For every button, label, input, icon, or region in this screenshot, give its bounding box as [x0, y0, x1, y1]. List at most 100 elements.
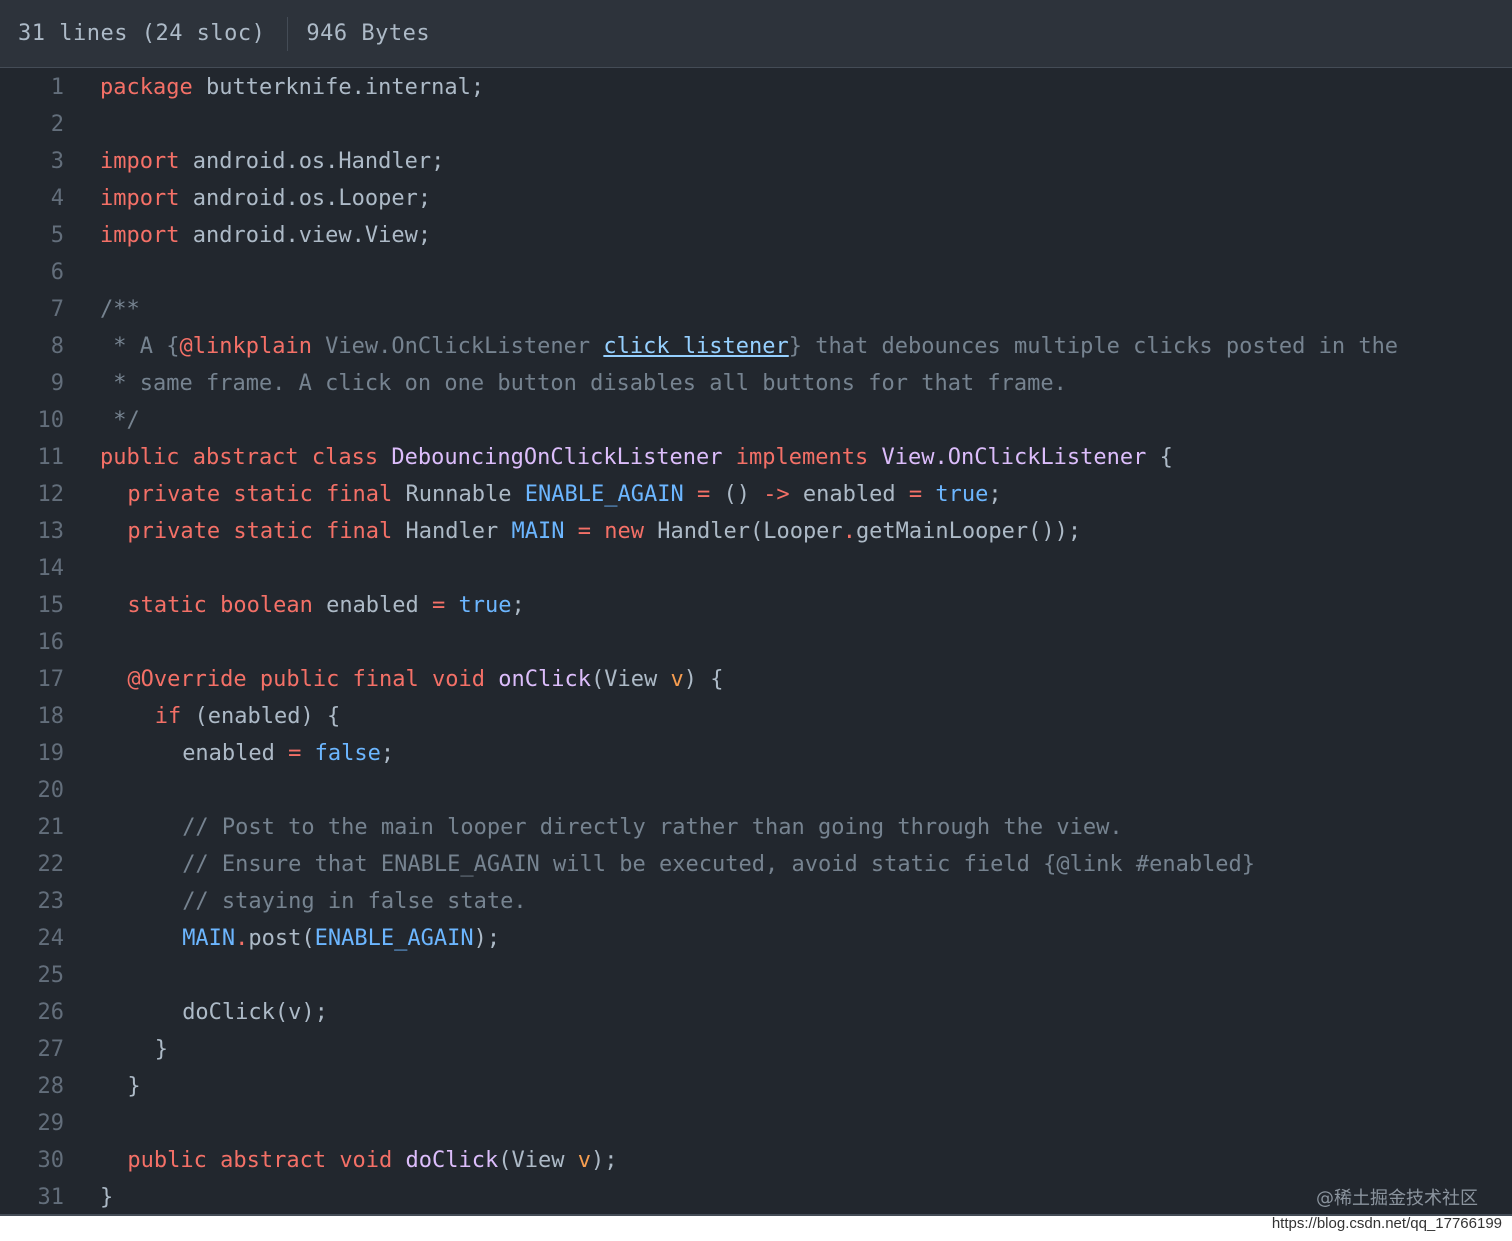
line-number[interactable]: 4 [0, 180, 64, 217]
line-number[interactable]: 7 [0, 291, 64, 328]
line-number[interactable]: 14 [0, 550, 65, 587]
line-source: import android.os.Looper; [100, 180, 431, 217]
code-token: } [100, 1185, 114, 1210]
code-token: Handler(Looper [644, 519, 843, 544]
line-number[interactable]: 25 [0, 957, 65, 994]
line-number[interactable]: 15 [0, 587, 65, 624]
code-token: @linkplain [179, 334, 312, 359]
code-token: . [235, 926, 249, 951]
code-line: 3 import android.os.Handler; [0, 143, 1512, 180]
line-number[interactable]: 23 [0, 883, 65, 920]
line-number[interactable]: 22 [0, 846, 65, 883]
code-token: * same frame. A click on one button disa… [100, 371, 1067, 396]
line-source: } [100, 1179, 113, 1216]
code-token: ; [511, 593, 525, 618]
code-line: 9 * same frame. A click on one button di… [0, 365, 1512, 402]
code-token: new [604, 519, 644, 544]
code-line: 8 * A {@linkplain View.OnClickListener c… [0, 328, 1512, 365]
line-number[interactable]: 18 [0, 698, 65, 735]
code-token: // Post to the main looper directly rath… [182, 815, 1123, 840]
code-token: View.OnClickListener [881, 445, 1147, 470]
code-line: 19 enabled = false; [0, 735, 1512, 772]
line-number[interactable]: 31 [0, 1179, 65, 1216]
code-token: = [696, 482, 711, 507]
code-viewer[interactable]: 1 package butterknife.internal; 2 3 import a… [0, 68, 1512, 1214]
code-line: 5 import android.view.View; [0, 217, 1512, 254]
line-number[interactable]: 16 [0, 624, 65, 661]
code-token: -> [763, 482, 790, 507]
code-token: import [100, 223, 180, 248]
line-number[interactable]: 27 [0, 1031, 65, 1068]
code-token: ; [988, 482, 1002, 507]
code-line: 25 [0, 957, 1512, 994]
code-token: { [1146, 445, 1173, 470]
code-token: static boolean [127, 593, 313, 618]
code-token: } [154, 1037, 169, 1062]
code-line: 16 [0, 624, 1512, 661]
line-number[interactable]: 17 [0, 661, 65, 698]
line-number[interactable]: 26 [0, 994, 65, 1031]
header-divider [287, 16, 289, 51]
line-source: * A {@linkplain View.OnClickListener cli… [100, 328, 1398, 365]
code-token: enabled [789, 482, 909, 507]
code-line: 17 @Override public final void onClick(Vi… [0, 661, 1512, 698]
code-token: ); [591, 1148, 618, 1173]
doc-link[interactable]: click listener [603, 334, 788, 359]
code-line: 4 import android.os.Looper; [0, 180, 1512, 217]
line-source: if (enabled) { [155, 698, 340, 735]
code-token: View.OnClickListener [311, 334, 604, 359]
line-source: } [155, 1031, 168, 1068]
code-token: true [935, 482, 989, 507]
line-number[interactable]: 8 [0, 328, 64, 365]
line-number[interactable]: 5 [0, 217, 64, 254]
line-number[interactable]: 20 [0, 772, 65, 809]
line-number[interactable]: 13 [0, 513, 65, 550]
line-number[interactable]: 29 [0, 1105, 65, 1142]
code-token: public abstract void [127, 1148, 393, 1173]
line-source: MAIN.post(ENABLE_AGAIN); [182, 920, 500, 957]
line-number[interactable]: 9 [0, 365, 64, 402]
line-source: // Ensure that ENABLE_AGAIN will be exec… [182, 846, 1255, 883]
code-token: = [908, 482, 923, 507]
code-token: @Override public final void [127, 667, 486, 692]
line-number[interactable]: 21 [0, 809, 65, 846]
line-source: public abstract class DebouncingOnClickL… [100, 439, 1173, 476]
line-number[interactable]: 1 [0, 69, 64, 106]
line-count-label: 31 lines (24 sloc) [18, 21, 266, 46]
code-token: private static final [127, 482, 393, 507]
code-token: */ [100, 408, 140, 433]
line-number[interactable]: 19 [0, 735, 65, 772]
line-source: static boolean enabled = true; [127, 587, 524, 624]
line-number[interactable]: 2 [0, 106, 64, 143]
code-token: android.os.Looper; [179, 186, 432, 211]
line-number[interactable]: 6 [0, 254, 64, 291]
code-token: private static final [127, 519, 393, 544]
code-token: } that debounces multiple clicks posted … [788, 334, 1399, 359]
line-number[interactable]: 3 [0, 143, 64, 180]
code-token: DebouncingOnClickListener [391, 445, 723, 470]
code-token: getMainLooper()); [855, 519, 1082, 544]
code-token: MAIN [511, 519, 565, 544]
code-token: doClick [405, 1148, 499, 1173]
code-token: Runnable [392, 482, 525, 507]
code-token: = [577, 519, 591, 544]
line-number[interactable]: 10 [0, 402, 65, 439]
line-number[interactable]: 24 [0, 920, 65, 957]
line-source: public abstract void doClick(View v); [127, 1142, 617, 1179]
code-token: import [100, 149, 180, 174]
line-number[interactable]: 11 [0, 439, 65, 476]
line-number[interactable]: 28 [0, 1068, 65, 1105]
code-token: ); [473, 926, 501, 951]
code-token: butterknife.internal; [192, 75, 485, 100]
line-source: private static final Runnable ENABLE_AGA… [127, 476, 1001, 513]
line-number[interactable]: 30 [0, 1142, 65, 1179]
line-number[interactable]: 12 [0, 476, 65, 513]
code-token: enabled [312, 593, 433, 618]
line-source: import android.view.View; [100, 217, 431, 254]
